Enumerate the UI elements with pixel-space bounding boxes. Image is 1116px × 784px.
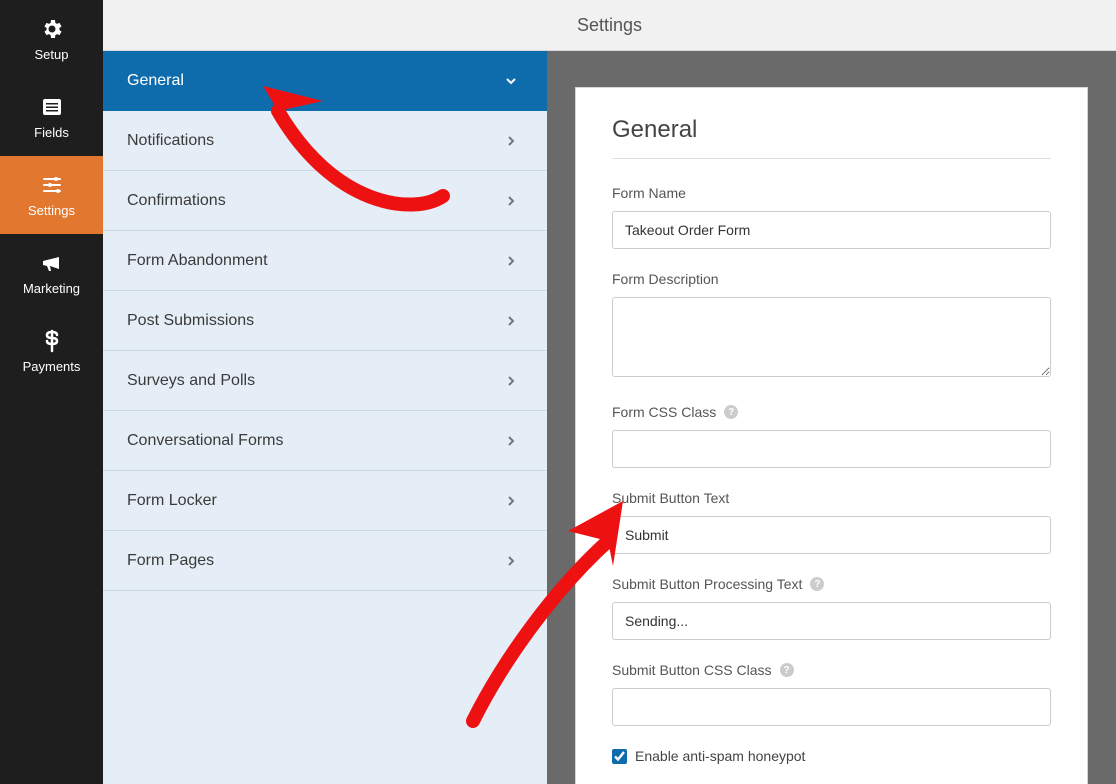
settings-item-label: Notifications xyxy=(127,132,214,150)
settings-item-label: Conversational Forms xyxy=(127,432,284,450)
field-submit-processing: Submit Button Processing Text ? xyxy=(612,576,1051,640)
settings-item-label: Confirmations xyxy=(127,192,226,210)
settings-item-form-pages[interactable]: Form Pages xyxy=(103,531,547,591)
label-submit-css-class: Submit Button CSS Class ? xyxy=(612,662,1051,678)
chevron-right-icon xyxy=(505,135,517,147)
settings-menu: General Notifications Confirmations Form… xyxy=(103,51,547,784)
field-form-description: Form Description xyxy=(612,271,1051,382)
help-icon[interactable]: ? xyxy=(724,405,738,419)
chevron-right-icon xyxy=(505,255,517,267)
field-antispam: Enable anti-spam honeypot xyxy=(612,748,1051,764)
field-submit-css-class: Submit Button CSS Class ? xyxy=(612,662,1051,726)
input-submit-text[interactable] xyxy=(612,516,1051,554)
label-text: Submit Button Processing Text xyxy=(612,576,802,592)
settings-item-form-locker[interactable]: Form Locker xyxy=(103,471,547,531)
content-row: General Notifications Confirmations Form… xyxy=(103,51,1116,784)
input-form-css-class[interactable] xyxy=(612,430,1051,468)
settings-item-general[interactable]: General xyxy=(103,51,547,111)
nav-payments-label: Payments xyxy=(23,359,81,374)
settings-item-label: Form Locker xyxy=(127,492,217,510)
bullhorn-icon xyxy=(40,251,64,275)
label-form-css-class: Form CSS Class ? xyxy=(612,404,1051,420)
label-antispam: Enable anti-spam honeypot xyxy=(635,748,805,764)
settings-item-label: General xyxy=(127,72,184,90)
help-icon[interactable]: ? xyxy=(810,577,824,591)
settings-item-label: Post Submissions xyxy=(127,312,254,330)
chevron-right-icon xyxy=(505,435,517,447)
help-icon[interactable]: ? xyxy=(780,663,794,677)
field-form-name: Form Name xyxy=(612,185,1051,249)
settings-item-conversational-forms[interactable]: Conversational Forms xyxy=(103,411,547,471)
input-submit-processing[interactable] xyxy=(612,602,1051,640)
chevron-right-icon xyxy=(505,495,517,507)
panel-heading: General xyxy=(612,116,1051,159)
settings-item-label: Surveys and Polls xyxy=(127,372,255,390)
label-form-description: Form Description xyxy=(612,271,1051,287)
nav-settings[interactable]: Settings xyxy=(0,156,103,234)
settings-item-label: Form Abandonment xyxy=(127,252,268,270)
settings-item-surveys-polls[interactable]: Surveys and Polls xyxy=(103,351,547,411)
settings-item-label: Form Pages xyxy=(127,552,214,570)
general-panel: General Form Name Form Description Form … xyxy=(575,87,1088,784)
settings-item-confirmations[interactable]: Confirmations xyxy=(103,171,547,231)
label-form-name: Form Name xyxy=(612,185,1051,201)
gear-icon xyxy=(40,17,64,41)
chevron-right-icon xyxy=(505,315,517,327)
dollar-icon xyxy=(40,329,64,353)
nav-settings-label: Settings xyxy=(28,203,75,218)
chevron-down-icon xyxy=(505,75,517,87)
field-form-css-class: Form CSS Class ? xyxy=(612,404,1051,468)
settings-item-notifications[interactable]: Notifications xyxy=(103,111,547,171)
page-title: Settings xyxy=(577,15,642,36)
input-form-description[interactable] xyxy=(612,297,1051,377)
sliders-icon xyxy=(40,173,64,197)
input-submit-css-class[interactable] xyxy=(612,688,1051,726)
list-icon xyxy=(40,95,64,119)
panel-area: General Form Name Form Description Form … xyxy=(547,51,1116,784)
nav-marketing[interactable]: Marketing xyxy=(0,234,103,312)
nav-fields[interactable]: Fields xyxy=(0,78,103,156)
chevron-right-icon xyxy=(505,555,517,567)
label-submit-text: Submit Button Text xyxy=(612,490,1051,506)
chevron-right-icon xyxy=(505,195,517,207)
nav-marketing-label: Marketing xyxy=(23,281,80,296)
label-text: Submit Button CSS Class xyxy=(612,662,772,678)
checkbox-antispam[interactable] xyxy=(612,749,627,764)
nav-setup-label: Setup xyxy=(35,47,69,62)
field-submit-text: Submit Button Text xyxy=(612,490,1051,554)
settings-item-form-abandonment[interactable]: Form Abandonment xyxy=(103,231,547,291)
label-submit-processing: Submit Button Processing Text ? xyxy=(612,576,1051,592)
nav-payments[interactable]: Payments xyxy=(0,312,103,390)
left-nav: Setup Fields Settings Marketing Payments xyxy=(0,0,103,784)
chevron-right-icon xyxy=(505,375,517,387)
topbar: Settings xyxy=(103,0,1116,51)
label-text: Form CSS Class xyxy=(612,404,716,420)
nav-setup[interactable]: Setup xyxy=(0,0,103,78)
main-area: Settings General Notifications Confirmat… xyxy=(103,0,1116,784)
settings-item-post-submissions[interactable]: Post Submissions xyxy=(103,291,547,351)
nav-fields-label: Fields xyxy=(34,125,69,140)
input-form-name[interactable] xyxy=(612,211,1051,249)
